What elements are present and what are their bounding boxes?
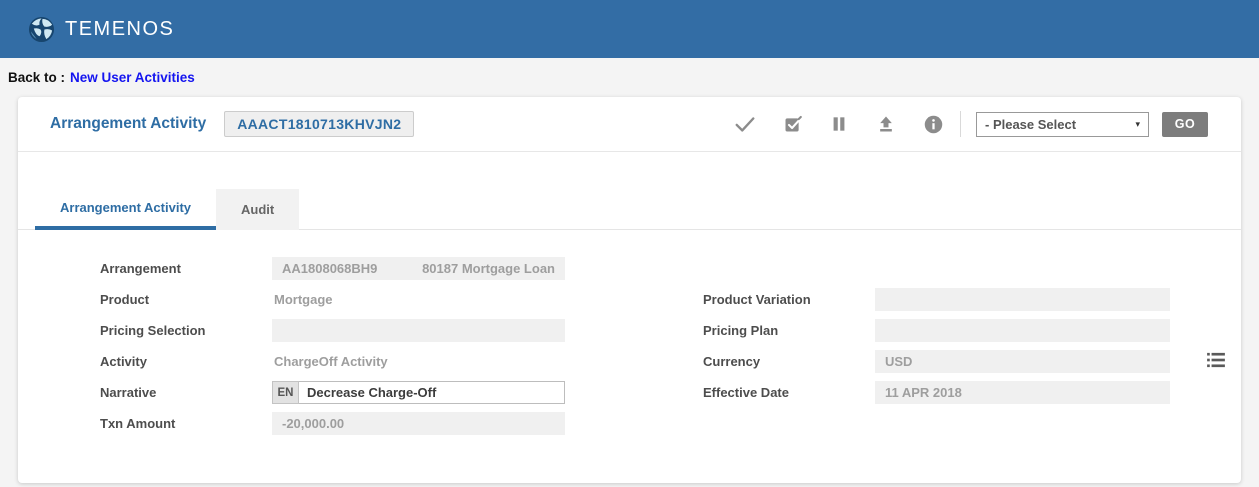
field-arrangement: Arrangement AA1808068BH9 80187 Mortgage … bbox=[100, 257, 565, 280]
field-value: 11 APR 2018 bbox=[885, 381, 962, 404]
upload-icon[interactable] bbox=[875, 113, 897, 135]
field-value-box: USD bbox=[875, 350, 1170, 373]
brand-name: TEMENOS bbox=[65, 18, 174, 41]
list-icon[interactable] bbox=[1207, 352, 1225, 368]
narrative-input[interactable] bbox=[299, 381, 565, 404]
field-value-box: -20,000.00 bbox=[272, 412, 565, 435]
page-title: Arrangement Activity bbox=[50, 115, 206, 133]
arrangement-activity-panel: Arrangement Activity AAACT1810713KHVJN2 bbox=[18, 97, 1241, 483]
field-label: Arrangement bbox=[100, 261, 272, 276]
language-badge: EN bbox=[272, 381, 299, 404]
field-value: -20,000.00 bbox=[282, 412, 344, 435]
field-currency: Currency USD bbox=[703, 350, 1170, 373]
back-link-new-user-activities[interactable]: New User Activities bbox=[70, 70, 195, 85]
field-activity: Activity ChargeOff Activity bbox=[100, 350, 565, 373]
form-area: Arrangement AA1808068BH9 80187 Mortgage … bbox=[18, 257, 1241, 472]
info-icon[interactable] bbox=[922, 113, 944, 135]
go-button[interactable]: GO bbox=[1162, 112, 1208, 137]
action-select-value: - Please Select bbox=[985, 117, 1135, 132]
hold-pause-icon[interactable] bbox=[828, 113, 850, 135]
field-label: Narrative bbox=[100, 385, 272, 400]
field-label: Currency bbox=[703, 354, 875, 369]
field-value: ChargeOff Activity bbox=[272, 350, 388, 373]
field-value: USD bbox=[885, 350, 912, 373]
field-value: Mortgage bbox=[272, 288, 333, 311]
tab-arrangement-activity[interactable]: Arrangement Activity bbox=[35, 189, 216, 230]
breadcrumb: Back to : New User Activities bbox=[0, 58, 1259, 97]
field-label: Product bbox=[100, 292, 272, 307]
tabs-row: Arrangement Activity Audit bbox=[18, 189, 1241, 230]
action-select[interactable]: - Please Select ▾ bbox=[976, 112, 1149, 137]
field-value-box bbox=[272, 319, 565, 342]
title-row: Arrangement Activity AAACT1810713KHVJN2 bbox=[18, 97, 1241, 152]
field-product: Product Mortgage bbox=[100, 288, 565, 311]
toolbar-separator bbox=[960, 111, 961, 137]
field-label: Pricing Plan bbox=[703, 323, 875, 338]
field-value-box bbox=[875, 288, 1170, 311]
validate-document-icon[interactable] bbox=[781, 113, 803, 135]
field-txn-amount: Txn Amount -20,000.00 bbox=[100, 412, 565, 435]
field-effective-date: Effective Date 11 APR 2018 bbox=[703, 381, 1170, 404]
field-value-secondary: 80187 Mortgage Loan bbox=[422, 257, 555, 280]
tab-audit[interactable]: Audit bbox=[216, 189, 299, 230]
field-pricing-plan: Pricing Plan bbox=[703, 319, 1170, 342]
field-value-box: 11 APR 2018 bbox=[875, 381, 1170, 404]
back-to-label: Back to : bbox=[8, 70, 65, 85]
field-label: Txn Amount bbox=[100, 416, 272, 431]
toolbar: - Please Select ▾ GO bbox=[709, 111, 1208, 137]
field-value-box bbox=[875, 319, 1170, 342]
field-narrative: Narrative EN bbox=[100, 381, 565, 404]
commit-check-icon[interactable] bbox=[734, 113, 756, 135]
field-label: Activity bbox=[100, 354, 272, 369]
record-id-badge: AAACT1810713KHVJN2 bbox=[224, 111, 414, 137]
field-pricing-selection: Pricing Selection bbox=[100, 319, 565, 342]
form-column-left: Arrangement AA1808068BH9 80187 Mortgage … bbox=[100, 257, 565, 443]
field-product-variation: Product Variation bbox=[703, 288, 1170, 311]
field-label: Product Variation bbox=[703, 292, 875, 307]
field-value: AA1808068BH9 bbox=[282, 257, 377, 280]
app-header: TEMENOS bbox=[0, 0, 1259, 58]
field-label: Pricing Selection bbox=[100, 323, 272, 338]
chevron-down-icon: ▾ bbox=[1135, 119, 1140, 130]
form-column-right: Product Variation Pricing Plan Currency … bbox=[703, 288, 1170, 412]
field-value-box: AA1808068BH9 80187 Mortgage Loan bbox=[272, 257, 565, 280]
field-label: Effective Date bbox=[703, 385, 875, 400]
globe-icon bbox=[28, 16, 55, 43]
